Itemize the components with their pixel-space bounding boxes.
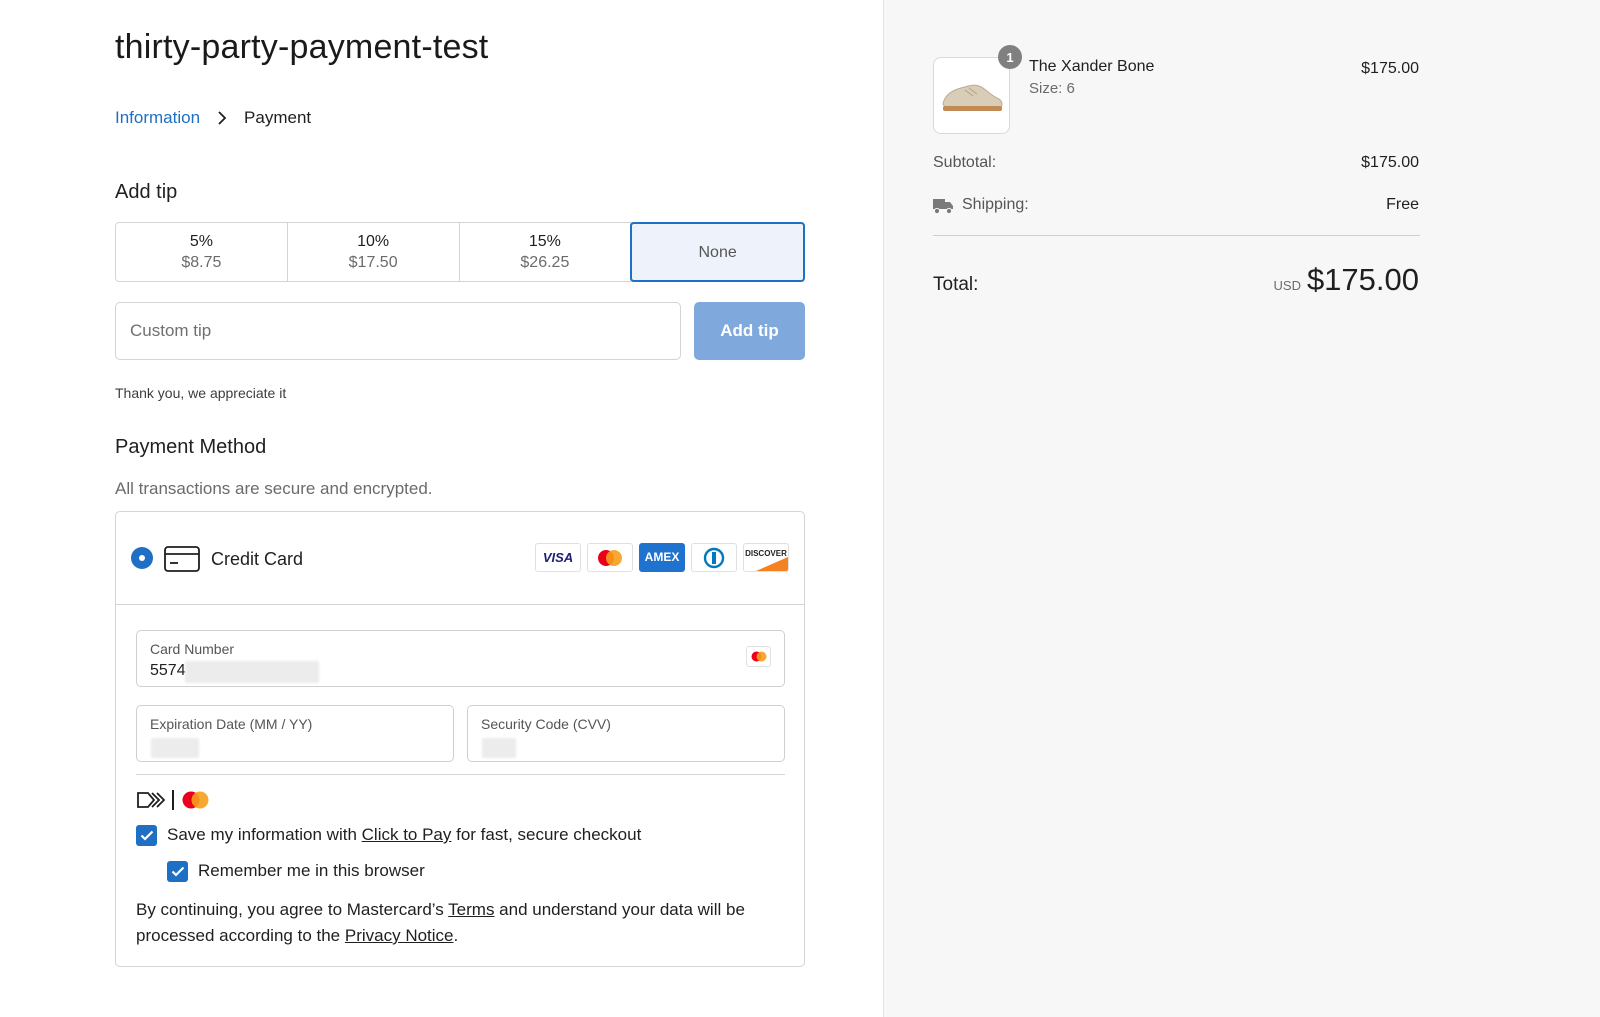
divider	[933, 235, 1420, 236]
shipping-value: Free	[1386, 196, 1419, 213]
tip-option-5[interactable]: 5% $8.75	[116, 223, 288, 281]
subtotal-value: $175.00	[1361, 154, 1419, 171]
shoe-image	[941, 84, 1002, 111]
total-value: $175.00	[1306, 262, 1419, 297]
remember-me-checkbox[interactable]	[167, 861, 188, 882]
payment-method-box: Credit Card VISA AMEX DISCOVER Card Numb…	[115, 511, 805, 967]
total-label: Total:	[933, 274, 979, 295]
mastercard-icon	[182, 791, 209, 809]
tip-thanks-text: Thank you, we appreciate it	[115, 385, 287, 401]
card-number-label: Card Number	[150, 641, 235, 657]
mastercard-icon	[746, 646, 771, 667]
terms-link[interactable]: Terms	[448, 900, 494, 919]
product-name: The Xander Bone	[1029, 58, 1155, 75]
tip-none-label: None	[698, 243, 737, 261]
order-summary-panel: 1 The Xander Bone Size: 6 $175.00 Subtot…	[883, 0, 1600, 1017]
breadcrumb-payment: Payment	[244, 108, 312, 127]
redacted-cvv	[482, 738, 516, 758]
expiration-date-label: Expiration Date (MM / YY)	[150, 716, 313, 732]
custom-tip-input[interactable]	[115, 302, 681, 360]
tip-option-none[interactable]: None	[630, 222, 805, 282]
checkout-main-panel: thirty-party-payment-test Information Pa…	[0, 0, 883, 1017]
card-brand-list: VISA AMEX DISCOVER	[535, 543, 789, 572]
tip-percent: 5%	[189, 233, 213, 250]
credit-card-icon	[164, 546, 200, 572]
add-tip-heading: Add tip	[115, 181, 178, 203]
add-tip-button[interactable]: Add tip	[694, 302, 805, 360]
redacted-card-digits	[185, 661, 319, 683]
tip-percent: 10%	[357, 233, 390, 250]
subtotal-label: Subtotal:	[933, 154, 997, 171]
truck-icon	[933, 199, 953, 215]
divider	[136, 774, 785, 775]
breadcrumb: Information Payment	[115, 108, 311, 128]
expiration-date-field[interactable]: Expiration Date (MM / YY)	[136, 705, 454, 762]
redacted-expiry	[151, 738, 199, 758]
product-size: Size: 6	[1029, 80, 1075, 97]
chevron-right-icon	[218, 111, 227, 125]
payment-security-note: All transactions are secure and encrypte…	[115, 479, 433, 498]
mastercard-icon	[587, 543, 633, 572]
tip-percent: 15%	[528, 233, 561, 250]
credit-card-label: Credit Card	[211, 549, 304, 569]
click-to-pay-link[interactable]: Click to Pay	[362, 825, 452, 844]
security-code-label: Security Code (CVV)	[481, 716, 611, 732]
terms-text: By continuing, you agree to Mastercard’s…	[136, 900, 745, 945]
visa-icon: VISA	[535, 543, 581, 572]
remember-me-label: Remember me in this browser	[198, 861, 425, 880]
save-info-label: Save my information with Click to Pay fo…	[167, 825, 642, 844]
currency-code: USD	[1273, 278, 1301, 293]
quantity-badge: 1	[998, 45, 1022, 69]
tip-options: 5% $8.75 10% $17.50 15% $26.25 None	[115, 222, 805, 282]
discover-icon: DISCOVER	[743, 543, 789, 572]
amex-icon: AMEX	[639, 543, 685, 572]
credit-card-option[interactable]: Credit Card VISA AMEX DISCOVER	[116, 512, 804, 605]
diners-club-icon	[691, 543, 737, 572]
click-to-pay-logos	[136, 790, 212, 810]
security-code-field[interactable]: Security Code (CVV)	[467, 705, 785, 762]
payment-method-heading: Payment Method	[115, 436, 267, 458]
privacy-notice-link[interactable]: Privacy Notice	[345, 926, 454, 945]
tip-option-10[interactable]: 10% $17.50	[288, 223, 460, 281]
card-number-value: 5574	[150, 662, 186, 679]
checkmark-icon	[140, 830, 153, 841]
click-to-pay-icon	[137, 792, 166, 808]
tip-amount: $26.25	[520, 254, 570, 271]
breadcrumb-information-link[interactable]: Information	[115, 108, 200, 128]
product-thumbnail	[933, 57, 1010, 134]
shipping-label: Shipping:	[962, 196, 1029, 213]
tip-option-15[interactable]: 15% $26.25	[460, 223, 632, 281]
save-info-checkbox[interactable]	[136, 825, 157, 846]
store-title: thirty-party-payment-test	[115, 28, 489, 66]
card-number-field[interactable]: Card Number 5574	[136, 630, 785, 687]
credit-card-radio[interactable]	[131, 547, 153, 569]
product-price: $175.00	[1361, 60, 1419, 77]
checkmark-icon	[171, 866, 184, 877]
logo-separator	[172, 790, 174, 810]
tip-amount: $17.50	[348, 254, 398, 271]
tip-amount: $8.75	[181, 254, 222, 271]
